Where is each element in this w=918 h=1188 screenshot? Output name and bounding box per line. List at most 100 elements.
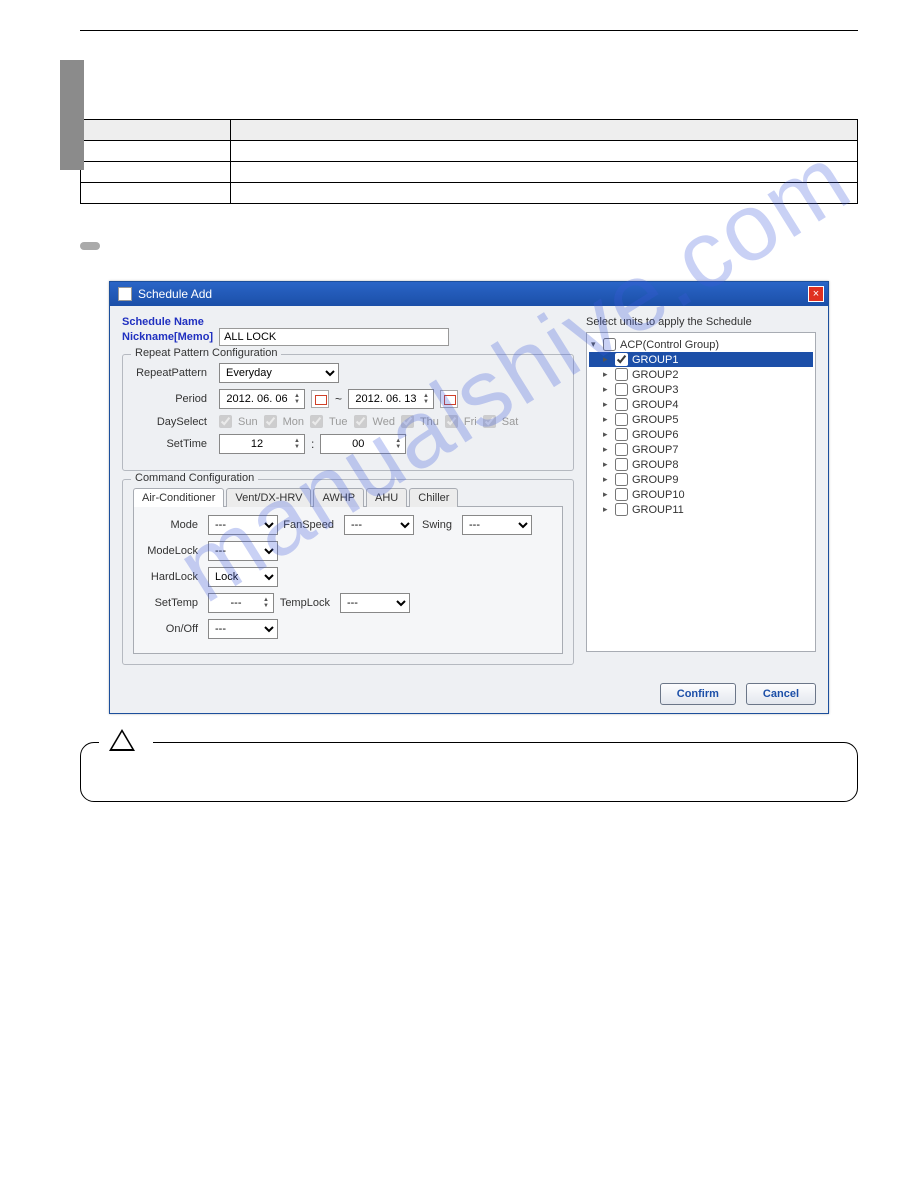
triangle-right-icon: ▸ xyxy=(603,459,611,470)
caution-heading xyxy=(99,729,153,751)
period-separator: ~ xyxy=(335,392,342,406)
table-header xyxy=(231,120,858,141)
fieldset-title: Repeat Pattern Configuration xyxy=(131,347,281,359)
dialog-titlebar: Schedule Add × xyxy=(110,282,828,306)
triangle-right-icon: ▸ xyxy=(603,399,611,410)
day-sun-checkbox xyxy=(219,415,232,428)
day-mon-checkbox xyxy=(264,415,277,428)
tree-item-checkbox[interactable] xyxy=(615,413,628,426)
triangle-down-icon: ▾ xyxy=(591,339,599,350)
table-cell xyxy=(231,162,858,183)
tree-item[interactable]: ▸GROUP1 xyxy=(589,352,813,367)
modelock-select[interactable]: --- xyxy=(208,541,278,561)
unit-tree[interactable]: ▾ ACP(Control Group) ▸GROUP1▸GROUP2▸GROU… xyxy=(586,332,816,652)
tree-item[interactable]: ▸GROUP7 xyxy=(589,442,813,457)
caution-box xyxy=(80,742,858,802)
nickname-label: Nickname[Memo] xyxy=(122,331,213,343)
tab-awhp[interactable]: AWHP xyxy=(313,488,364,507)
tree-item-checkbox[interactable] xyxy=(615,473,628,486)
repeat-pattern-select[interactable]: Everyday xyxy=(219,363,339,383)
tree-item-checkbox[interactable] xyxy=(615,443,628,456)
tree-item-checkbox[interactable] xyxy=(615,383,628,396)
table-cell xyxy=(81,141,231,162)
tree-item[interactable]: ▸GROUP8 xyxy=(589,457,813,472)
tree-item-checkbox[interactable] xyxy=(615,428,628,441)
side-strip xyxy=(60,60,84,170)
java-icon xyxy=(118,287,132,301)
period-from-input[interactable]: ▲▼ xyxy=(219,389,305,409)
warning-icon xyxy=(109,729,135,751)
tree-item[interactable]: ▸GROUP3 xyxy=(589,382,813,397)
modelock-label: ModeLock xyxy=(142,545,204,557)
tree-root-checkbox[interactable] xyxy=(603,338,616,351)
settime-label: SetTime xyxy=(133,438,213,450)
repeat-pattern-fieldset: Repeat Pattern Configuration RepeatPatte… xyxy=(122,354,574,471)
notes-pill xyxy=(80,242,100,250)
table-header xyxy=(81,120,231,141)
repeat-pattern-label: RepeatPattern xyxy=(133,367,213,379)
fanspeed-select[interactable]: --- xyxy=(344,515,414,535)
triangle-right-icon: ▸ xyxy=(603,444,611,455)
tree-root[interactable]: ▾ ACP(Control Group) xyxy=(589,337,813,352)
tree-item[interactable]: ▸GROUP10 xyxy=(589,487,813,502)
dialog-title: Schedule Add xyxy=(138,287,212,301)
tab-vent[interactable]: Vent/DX-HRV xyxy=(226,488,311,507)
tree-item-checkbox[interactable] xyxy=(615,503,628,516)
day-sat-checkbox xyxy=(483,415,496,428)
tab-ahu[interactable]: AHU xyxy=(366,488,407,507)
tree-item[interactable]: ▸GROUP4 xyxy=(589,397,813,412)
period-to-input[interactable]: ▲▼ xyxy=(348,389,434,409)
tree-item[interactable]: ▸GROUP5 xyxy=(589,412,813,427)
time-colon: : xyxy=(311,437,314,451)
triangle-right-icon: ▸ xyxy=(603,504,611,515)
swing-select[interactable]: --- xyxy=(462,515,532,535)
table-cell xyxy=(231,183,858,204)
schedule-add-dialog: Schedule Add × Schedule Name Nickname[Me… xyxy=(109,281,829,714)
settemp-label: SetTemp xyxy=(142,597,204,609)
calendar-icon[interactable] xyxy=(311,390,329,408)
settemp-input[interactable]: ▲▼ xyxy=(208,593,274,613)
calendar-icon[interactable] xyxy=(440,390,458,408)
settime-hour-input[interactable]: ▲▼ xyxy=(219,434,305,454)
tree-item-checkbox[interactable] xyxy=(615,488,628,501)
tree-item[interactable]: ▸GROUP9 xyxy=(589,472,813,487)
confirm-button[interactable]: Confirm xyxy=(660,683,736,705)
tree-label: Select units to apply the Schedule xyxy=(586,316,816,328)
close-icon[interactable]: × xyxy=(808,286,824,302)
triangle-right-icon: ▸ xyxy=(603,369,611,380)
triangle-right-icon: ▸ xyxy=(603,429,611,440)
templock-label: TempLock xyxy=(278,597,336,609)
tree-item-checkbox[interactable] xyxy=(615,458,628,471)
day-tue-checkbox xyxy=(310,415,323,428)
templock-select[interactable]: --- xyxy=(340,593,410,613)
mode-select[interactable]: --- xyxy=(208,515,278,535)
tab-chiller[interactable]: Chiller xyxy=(409,488,458,507)
onoff-select[interactable]: --- xyxy=(208,619,278,639)
tab-air-conditioner[interactable]: Air-Conditioner xyxy=(133,488,224,507)
table-cell xyxy=(81,162,231,183)
table-cell xyxy=(81,183,231,204)
dayselect-label: DaySelect xyxy=(133,416,213,428)
info-table xyxy=(80,119,858,204)
fanspeed-label: FanSpeed xyxy=(282,519,340,531)
top-rule xyxy=(80,30,858,31)
nickname-input[interactable] xyxy=(219,328,449,346)
tree-item-checkbox[interactable] xyxy=(615,353,628,366)
tree-item[interactable]: ▸GROUP2 xyxy=(589,367,813,382)
onoff-label: On/Off xyxy=(142,623,204,635)
tree-item-checkbox[interactable] xyxy=(615,368,628,381)
settime-min-input[interactable]: ▲▼ xyxy=(320,434,406,454)
triangle-right-icon: ▸ xyxy=(603,384,611,395)
table-cell xyxy=(231,141,858,162)
cancel-button[interactable]: Cancel xyxy=(746,683,816,705)
triangle-right-icon: ▸ xyxy=(603,489,611,500)
hardlock-select[interactable]: Lock xyxy=(208,567,278,587)
period-label: Period xyxy=(133,393,213,405)
fieldset-title: Command Configuration xyxy=(131,472,258,484)
tree-item-checkbox[interactable] xyxy=(615,398,628,411)
tree-item[interactable]: ▸GROUP11 xyxy=(589,502,813,517)
schedule-name-label: Schedule Name xyxy=(122,316,574,328)
day-fri-checkbox xyxy=(445,415,458,428)
triangle-right-icon: ▸ xyxy=(603,414,611,425)
tree-item[interactable]: ▸GROUP6 xyxy=(589,427,813,442)
